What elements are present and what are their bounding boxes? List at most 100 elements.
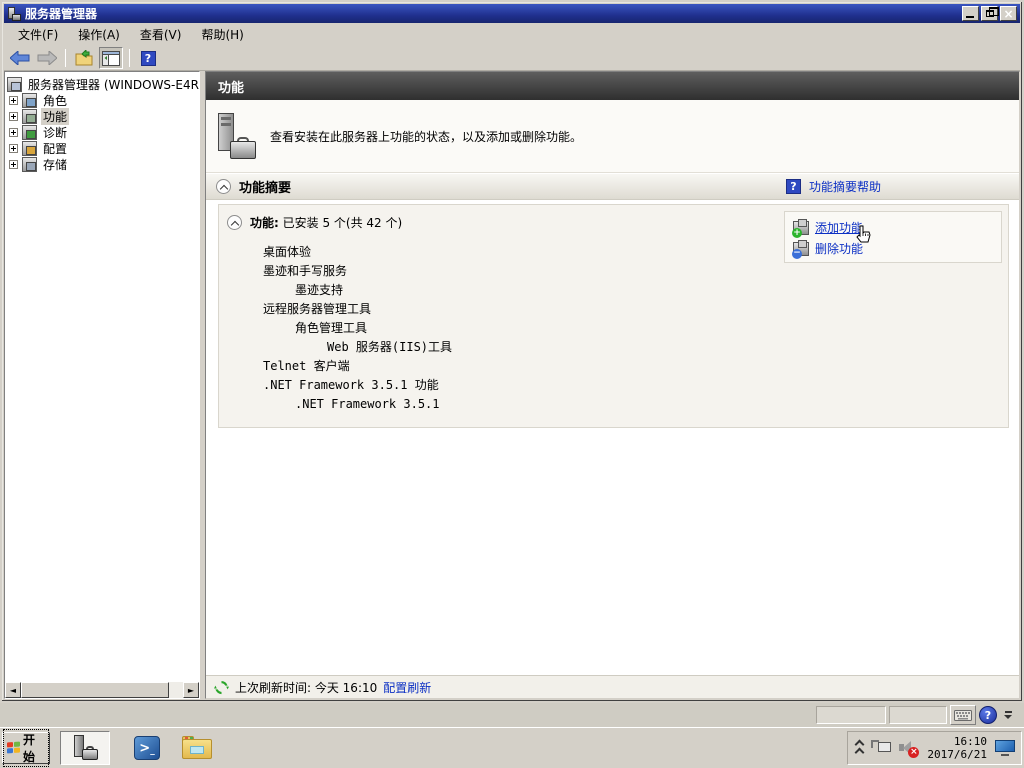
refresh-icon bbox=[214, 680, 229, 695]
expand-icon[interactable] bbox=[9, 128, 18, 137]
clock-time: 16:10 bbox=[927, 735, 987, 748]
installed-feature: Web 服务器(IIS)工具 bbox=[219, 338, 1008, 357]
toolbar-separator bbox=[65, 49, 66, 67]
start-button[interactable]: 开始 bbox=[2, 732, 50, 764]
windows-logo-icon bbox=[7, 742, 20, 755]
system-tray: × 16:10 2017/6/21 bbox=[847, 731, 1022, 765]
last-refresh-text: 上次刷新时间: 今天 16:10 bbox=[235, 679, 377, 696]
console-tree-panel: 服务器管理器 (WINDOWS-E4REQH 角色功能诊断配置存储 ◄ ► bbox=[4, 71, 200, 699]
tree-item-label: 诊断 bbox=[41, 124, 69, 141]
summary-help-icon: ? bbox=[786, 179, 801, 194]
help-icon: ? bbox=[141, 51, 156, 66]
config-icon bbox=[22, 141, 37, 156]
installed-feature: .NET Framework 3.5.1 bbox=[219, 395, 1008, 414]
roles-icon bbox=[22, 93, 37, 108]
collapse-features-button[interactable] bbox=[227, 215, 242, 230]
show-hidden-icons-button[interactable] bbox=[856, 741, 863, 756]
clock[interactable]: 16:10 2017/6/21 bbox=[927, 735, 987, 761]
tree-horizontal-scrollbar[interactable]: ◄ ► bbox=[5, 682, 199, 698]
add-features-link[interactable]: 添加功能 bbox=[815, 219, 863, 236]
scroll-right-button[interactable]: ► bbox=[183, 682, 199, 698]
tree-item-诊断[interactable]: 诊断 bbox=[7, 124, 199, 140]
expand-icon[interactable] bbox=[9, 144, 18, 153]
back-button[interactable] bbox=[8, 47, 32, 69]
menu-item[interactable]: 查看(V) bbox=[130, 23, 192, 46]
display-tray-icon[interactable] bbox=[995, 740, 1015, 756]
features-summary-header: 功能摘要 ? 功能摘要帮助 bbox=[206, 173, 1019, 200]
tree-item-label: 功能 bbox=[41, 108, 69, 125]
expand-icon[interactable] bbox=[9, 112, 18, 121]
diagnostics-icon bbox=[22, 125, 37, 140]
help-button[interactable]: ? bbox=[136, 47, 160, 69]
installed-feature: .NET Framework 3.5.1 功能 bbox=[219, 376, 1008, 395]
remove-features-action: 删除功能 bbox=[793, 238, 1001, 259]
menu-item[interactable]: 帮助(H) bbox=[191, 23, 253, 46]
keyboard-layout-button[interactable] bbox=[950, 705, 976, 725]
language-bar-options[interactable] bbox=[1000, 705, 1016, 725]
remove-features-link[interactable]: 删除功能 bbox=[815, 240, 863, 257]
minimize-button[interactable] bbox=[962, 6, 979, 21]
language-bar-well[interactable] bbox=[889, 706, 947, 724]
tree-item-label: 存储 bbox=[41, 156, 69, 173]
volume-muted-tray-icon[interactable]: × bbox=[899, 740, 919, 756]
powershell-launcher-icon[interactable]: >_ bbox=[134, 736, 160, 760]
features-banner-icon bbox=[216, 113, 256, 159]
remove-feature-icon bbox=[793, 242, 809, 256]
installed-feature: Telnet 客户端 bbox=[219, 357, 1008, 376]
tree-item-角色[interactable]: 角色 bbox=[7, 92, 199, 108]
keyboard-icon bbox=[954, 710, 972, 721]
export-list-button[interactable] bbox=[72, 47, 96, 69]
restore-button[interactable] bbox=[981, 6, 998, 21]
installed-feature: 角色管理工具 bbox=[219, 319, 1008, 338]
language-bar-well[interactable] bbox=[816, 706, 886, 724]
storage-icon bbox=[22, 157, 37, 172]
clock-date: 2017/6/21 bbox=[927, 748, 987, 761]
toolbar-separator bbox=[129, 49, 130, 67]
configure-refresh-link[interactable]: 配置刷新 bbox=[383, 679, 431, 696]
expand-icon[interactable] bbox=[9, 96, 18, 105]
minimize-icon bbox=[966, 16, 974, 18]
page-title-text: 功能 bbox=[218, 77, 244, 96]
language-bar-help-button[interactable]: ? bbox=[979, 706, 997, 724]
tree-root-label: 服务器管理器 (WINDOWS-E4REQH bbox=[26, 76, 199, 93]
tree-root-item[interactable]: 服务器管理器 (WINDOWS-E4REQH bbox=[7, 76, 199, 92]
scroll-left-button[interactable]: ◄ bbox=[5, 682, 21, 698]
server-manager-icon bbox=[7, 7, 21, 21]
taskbar: 开始 >_ × 16:10 2017/6/21 bbox=[0, 727, 1024, 768]
start-label: 开始 bbox=[23, 731, 45, 765]
tree-item-label: 配置 bbox=[41, 140, 69, 157]
summary-help-link[interactable]: 功能摘要帮助 bbox=[809, 178, 881, 195]
installed-feature: 墨迹和手写服务 bbox=[219, 262, 1008, 281]
network-tray-icon[interactable] bbox=[871, 740, 891, 756]
menu-item[interactable]: 操作(A) bbox=[68, 23, 130, 46]
tree-item-存储[interactable]: 存储 bbox=[7, 156, 199, 172]
close-button[interactable]: × bbox=[1000, 6, 1017, 21]
menu-item[interactable]: 文件(F) bbox=[8, 23, 68, 46]
minimize-langbar-icon bbox=[1005, 711, 1012, 713]
title-bar[interactable]: 服务器管理器 × bbox=[4, 4, 1020, 23]
forward-arrow-icon bbox=[37, 51, 57, 65]
server-icon bbox=[7, 77, 22, 92]
menu-bar: 文件(F)操作(A)查看(V)帮助(H) bbox=[4, 23, 1020, 46]
refresh-status-bar: 上次刷新时间: 今天 16:10 配置刷新 bbox=[206, 675, 1019, 698]
summary-title: 功能摘要 bbox=[239, 177, 291, 196]
explorer-launcher-icon[interactable] bbox=[182, 736, 212, 760]
forward-button[interactable] bbox=[35, 47, 59, 69]
console-tree-icon bbox=[102, 51, 120, 66]
console-tree-toggle-button[interactable] bbox=[99, 47, 123, 69]
langbar-menu-icon bbox=[1004, 715, 1012, 719]
expand-icon[interactable] bbox=[9, 160, 18, 169]
add-feature-icon bbox=[793, 221, 809, 235]
scroll-thumb[interactable] bbox=[21, 682, 169, 698]
tree-item-功能[interactable]: 功能 bbox=[7, 108, 199, 124]
restore-icon bbox=[986, 10, 994, 17]
features-heading: 功能: 已安装 5 个(共 42 个) bbox=[250, 214, 402, 231]
feature-actions-box: 添加功能删除功能 bbox=[784, 211, 1002, 263]
tool-bar: ? bbox=[4, 46, 1020, 71]
server-manager-icon bbox=[72, 735, 98, 761]
description-text: 查看安装在此服务器上功能的状态，以及添加或删除功能。 bbox=[270, 128, 582, 145]
scroll-track[interactable] bbox=[169, 682, 183, 698]
collapse-summary-button[interactable] bbox=[216, 179, 231, 194]
tree-item-配置[interactable]: 配置 bbox=[7, 140, 199, 156]
taskbar-button-server-manager[interactable] bbox=[60, 731, 110, 765]
